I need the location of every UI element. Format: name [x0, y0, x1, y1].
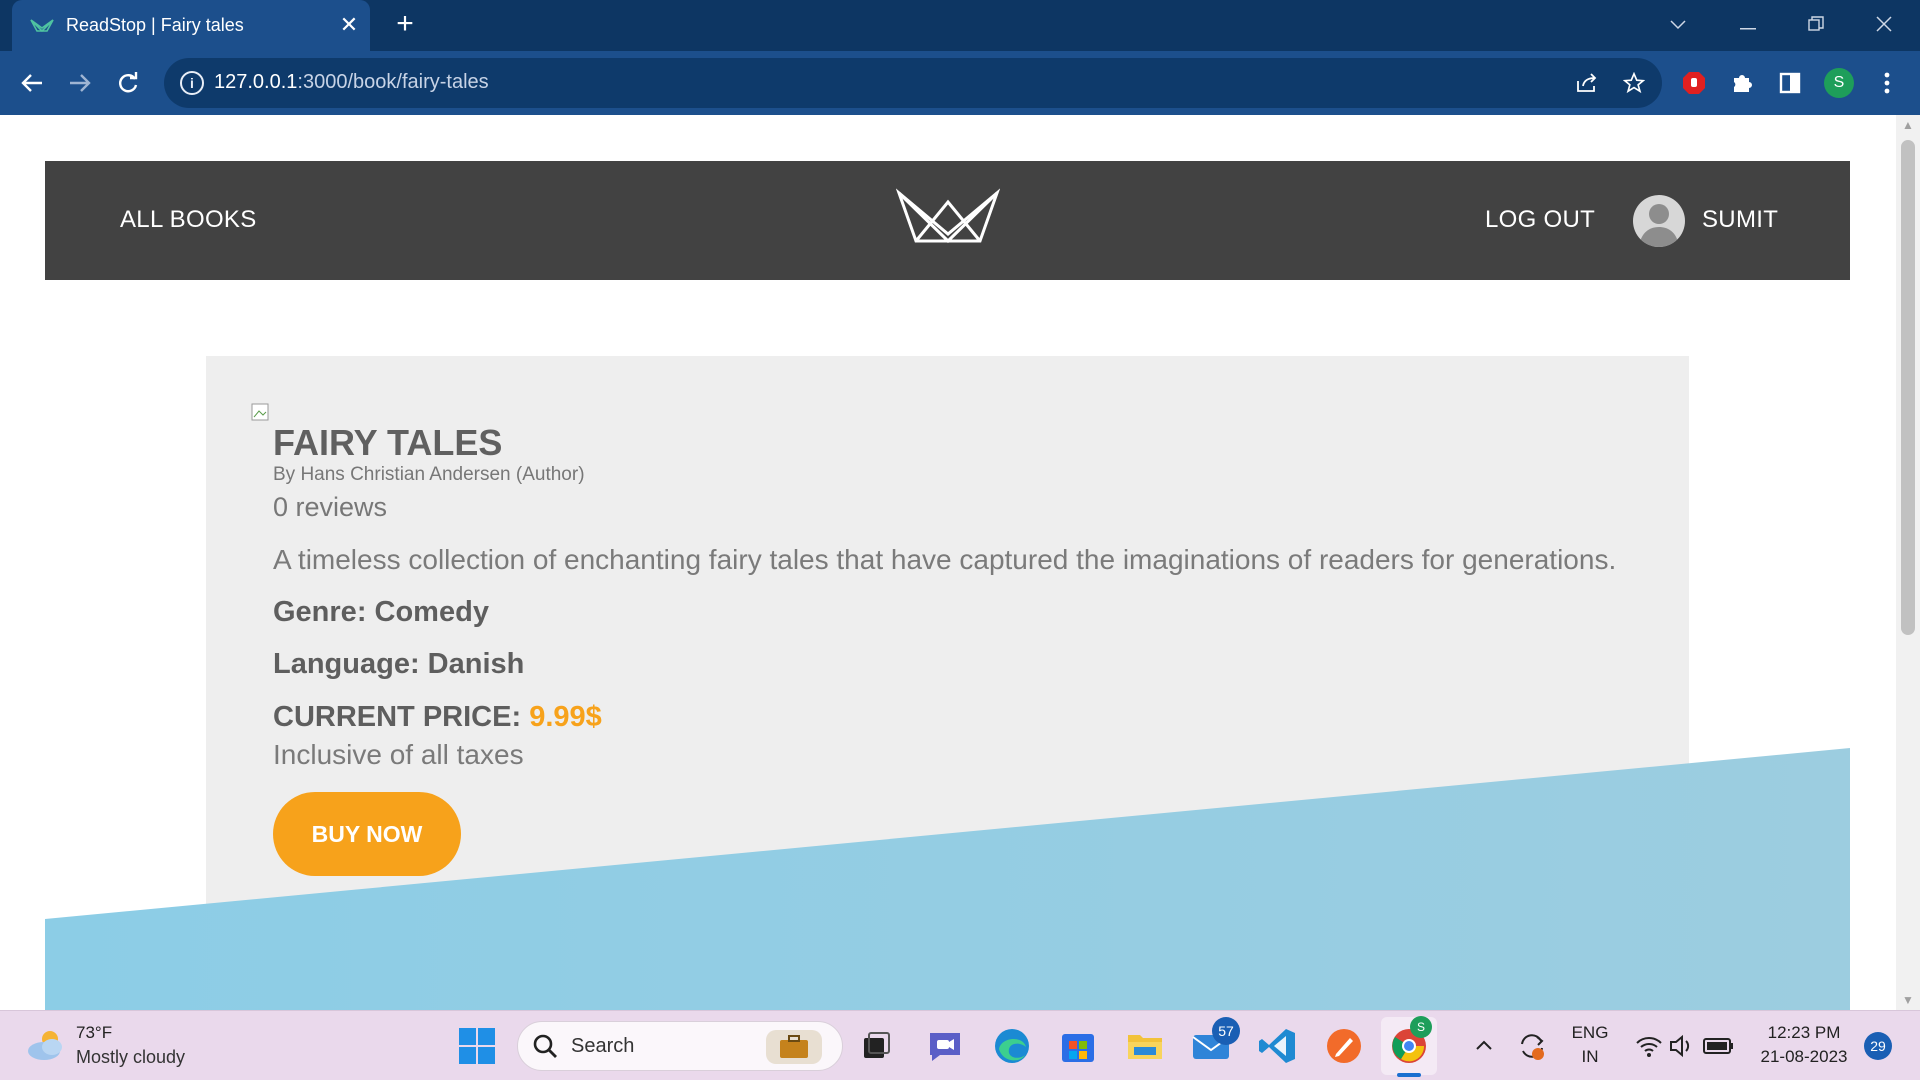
search-label: Search — [571, 1035, 635, 1057]
reload-icon[interactable] — [110, 65, 146, 101]
price-value: 9.99$ — [529, 701, 602, 733]
sync-icon[interactable] — [1511, 1025, 1553, 1067]
extension-adblock-icon[interactable] — [1677, 66, 1711, 100]
close-window-icon[interactable] — [1862, 6, 1906, 42]
show-hidden-icons-chevron[interactable] — [1463, 1025, 1505, 1067]
page-scrollbar[interactable]: ▲ ▼ — [1896, 115, 1920, 1010]
address-bar[interactable]: i 127.0.0.1:3000/book/fairy-tales — [164, 58, 1662, 108]
readstop-favicon-icon — [30, 19, 54, 33]
taskbar-search-box[interactable]: Search — [517, 1021, 843, 1071]
user-name-link[interactable]: SUMIT — [1702, 206, 1778, 234]
scroll-thumb[interactable] — [1901, 140, 1915, 635]
url-path: :3000/book/fairy-tales — [297, 71, 489, 93]
broken-book-image-icon — [251, 403, 269, 421]
logout-link[interactable]: LOG OUT — [1485, 206, 1595, 234]
vscode-icon[interactable] — [1257, 1025, 1299, 1067]
book-title: FAIRY TALES — [273, 422, 503, 463]
teams-chat-icon[interactable] — [924, 1025, 966, 1067]
book-price: CURRENT PRICE: 9.99$ — [273, 701, 602, 734]
tax-note: Inclusive of all taxes — [273, 739, 524, 770]
browser-tab-active[interactable]: ReadStop | Fairy tales ✕ — [12, 0, 370, 51]
tab-close-icon[interactable]: ✕ — [335, 11, 363, 39]
windows-taskbar: 73°F Mostly cloudy Search 57 S ENG IN 12… — [0, 1010, 1920, 1080]
scroll-up-arrow-icon[interactable]: ▲ — [1896, 115, 1920, 135]
book-reviews[interactable]: 0 reviews — [273, 492, 387, 523]
microsoft-store-icon[interactable] — [1057, 1025, 1099, 1067]
book-language: Language: Danish — [273, 648, 525, 680]
extensions-puzzle-icon[interactable] — [1725, 66, 1759, 100]
clock-date[interactable]: 21-08-2023 — [1745, 1047, 1863, 1067]
minimize-icon[interactable] — [1726, 6, 1770, 42]
restore-window-icon[interactable] — [1794, 6, 1838, 42]
crown-logo-icon[interactable] — [896, 188, 1000, 246]
share-icon[interactable] — [1572, 68, 1602, 98]
page-viewport: ALL BOOKS LOG OUT SUMIT FAIRY TALES By H… — [0, 115, 1896, 1010]
language-region[interactable]: IN — [1568, 1047, 1612, 1067]
url-host: 127.0.0.1 — [214, 71, 298, 93]
notification-count-badge[interactable]: 29 — [1864, 1032, 1892, 1060]
profile-avatar-button[interactable]: S — [1824, 68, 1854, 98]
scroll-down-arrow-icon[interactable]: ▼ — [1896, 990, 1920, 1010]
browser-tab-strip: ReadStop | Fairy tales ✕ + — [0, 0, 1920, 51]
windows-start-icon[interactable] — [456, 1025, 498, 1067]
browser-toolbar: i 127.0.0.1:3000/book/fairy-tales S — [0, 51, 1920, 115]
book-description: A timeless collection of enchanting fair… — [273, 544, 1617, 575]
language-code[interactable]: ENG — [1568, 1023, 1612, 1043]
chrome-active-indicator — [1397, 1073, 1421, 1077]
bookmark-star-icon[interactable] — [1619, 68, 1649, 98]
book-genre: Genre: Comedy — [273, 596, 489, 628]
task-view-icon[interactable] — [855, 1025, 897, 1067]
price-label: CURRENT PRICE: — [273, 701, 522, 733]
weather-temperature[interactable]: 73°F — [76, 1023, 112, 1043]
menu-kebab-icon[interactable] — [1870, 66, 1904, 100]
back-arrow-icon[interactable] — [14, 65, 50, 101]
new-tab-icon[interactable]: + — [390, 9, 420, 40]
user-avatar[interactable] — [1633, 195, 1685, 247]
battery-icon[interactable] — [1697, 1025, 1739, 1067]
drawing-app-icon[interactable] — [1323, 1025, 1365, 1067]
site-header: ALL BOOKS LOG OUT SUMIT — [45, 161, 1850, 280]
all-books-link[interactable]: ALL BOOKS — [120, 206, 257, 234]
tab-search-chevron-icon[interactable] — [1656, 6, 1700, 42]
chrome-profile-badge: S — [1410, 1016, 1432, 1038]
url-text[interactable]: 127.0.0.1:3000/book/fairy-tales — [214, 71, 489, 94]
side-panel-icon[interactable] — [1773, 66, 1807, 100]
forward-arrow-icon[interactable] — [62, 65, 98, 101]
file-explorer-icon[interactable] — [1124, 1025, 1166, 1067]
site-info-icon[interactable]: i — [180, 71, 204, 95]
mail-unread-badge: 57 — [1212, 1017, 1240, 1045]
search-icon — [533, 1034, 557, 1058]
book-author: By Hans Christian Andersen (Author) — [273, 464, 585, 485]
cloudy-weather-icon[interactable] — [26, 1027, 66, 1063]
briefcase-highlight-icon — [766, 1030, 822, 1064]
tab-title: ReadStop | Fairy tales — [66, 15, 244, 35]
buy-now-button[interactable]: BUY NOW — [273, 792, 461, 876]
weather-condition[interactable]: Mostly cloudy — [76, 1047, 185, 1068]
clock-time[interactable]: 12:23 PM — [1745, 1023, 1863, 1043]
book-details-card: FAIRY TALES By Hans Christian Andersen (… — [206, 356, 1689, 1010]
edge-browser-icon[interactable] — [991, 1025, 1033, 1067]
